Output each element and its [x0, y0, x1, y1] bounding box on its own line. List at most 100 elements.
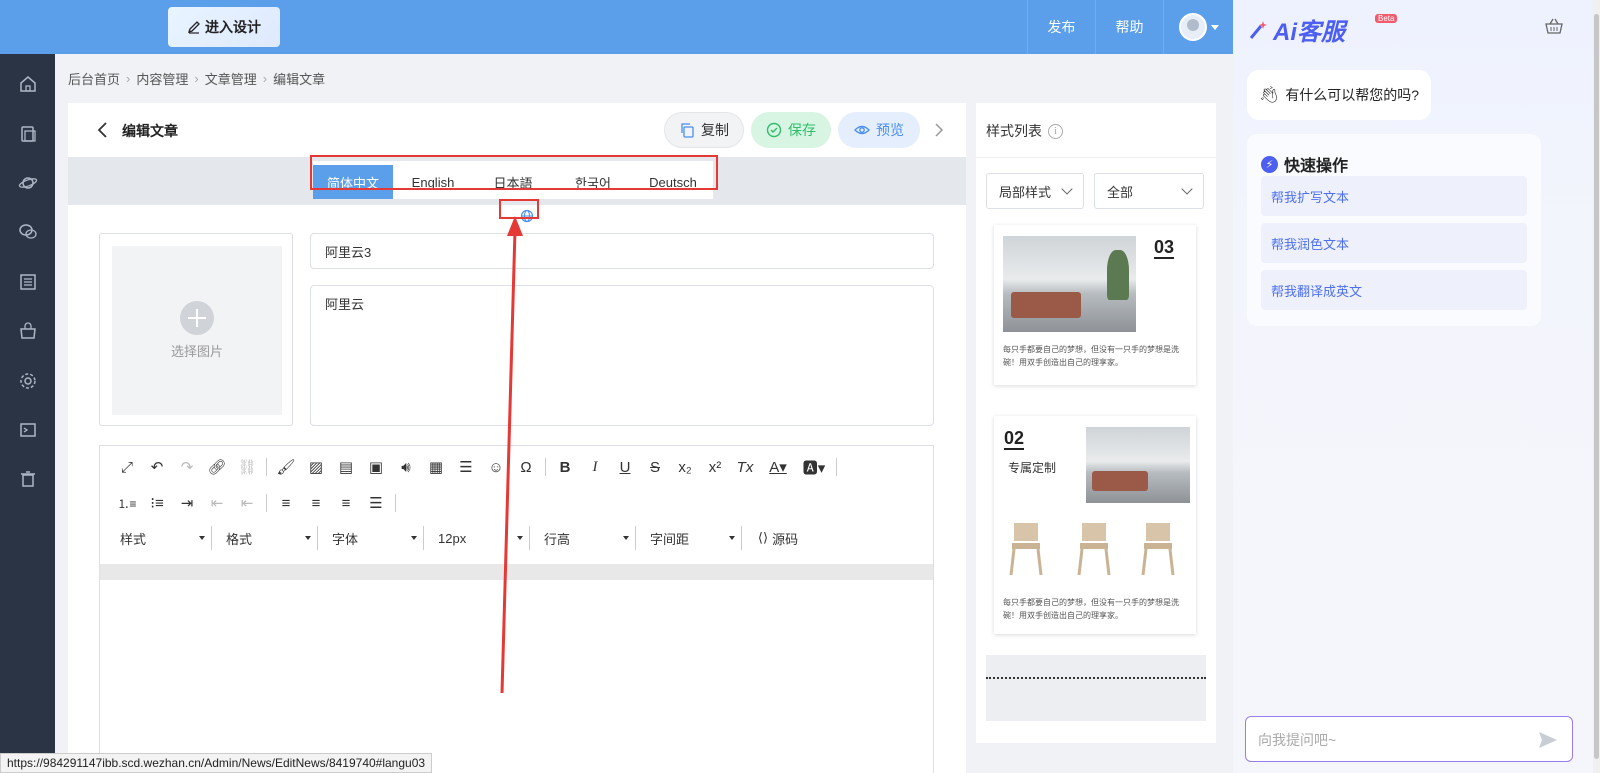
quick-actions-title: 快速操作: [1284, 158, 1349, 175]
page-scrollbar[interactable]: [1593, 0, 1600, 773]
breadcrumb-home[interactable]: 后台首页: [68, 69, 120, 88]
scrollbar-thumb[interactable]: [1594, 14, 1599, 759]
ordered-list-icon[interactable]: ⒈≡: [112, 491, 142, 515]
outdent-icon[interactable]: ⇤: [202, 491, 232, 515]
fullscreen-icon[interactable]: ⤢: [112, 455, 142, 479]
enter-design-button[interactable]: 进入设计: [168, 7, 280, 47]
caret-down-icon: [517, 536, 523, 540]
image-icon[interactable]: ▨: [301, 455, 331, 479]
list-icon[interactable]: [18, 272, 38, 292]
breadcrumb-content[interactable]: 内容管理: [136, 69, 188, 88]
align-justify-icon[interactable]: ☰: [361, 491, 391, 515]
clear-format-icon[interactable]: Tx: [730, 455, 760, 479]
align-center-icon[interactable]: ≡: [301, 491, 331, 515]
strikethrough-icon[interactable]: S: [640, 455, 670, 479]
audio-icon[interactable]: 🔊︎: [391, 455, 421, 479]
align-right-icon[interactable]: ≡: [331, 491, 361, 515]
special-char-icon[interactable]: Ω: [511, 455, 541, 479]
table-icon[interactable]: ▦: [421, 455, 451, 479]
caret-down-icon: [1210, 24, 1219, 30]
publish-link[interactable]: 发布: [1027, 0, 1095, 54]
breadcrumb-articles[interactable]: 文章管理: [205, 69, 257, 88]
breadcrumb-separator-icon: ›: [262, 71, 268, 86]
chevron-down-icon: [1181, 183, 1193, 195]
italic-icon[interactable]: I: [580, 455, 610, 479]
undo-icon[interactable]: ↶: [142, 455, 172, 479]
line-height-select[interactable]: 行高: [536, 526, 636, 550]
toolbar-row-2: ⒈≡ ⁝≡ ⇥ ⇤ ⇤ ≡ ≡ ≡ ☰: [112, 491, 400, 515]
title-field[interactable]: [310, 233, 934, 269]
redo-icon[interactable]: ↷: [172, 455, 202, 479]
scope-select-label: 局部样式: [999, 184, 1052, 200]
style-select-label: 样式: [120, 531, 147, 547]
font-size-select[interactable]: 12px: [430, 526, 530, 550]
font-color-icon[interactable]: A▾: [760, 455, 796, 479]
caret-down-icon: [411, 536, 417, 540]
link-icon[interactable]: 🔗︎: [202, 455, 232, 479]
style-card-02[interactable]: 02 专属定制 每只手都要自己的梦想，但没有一只手的梦想是洗碗！用双手创造出自己…: [994, 416, 1196, 634]
style-select[interactable]: 样式: [112, 526, 212, 550]
avatar: [1178, 13, 1207, 41]
preview-button[interactable]: 预览: [838, 112, 920, 148]
scope-select[interactable]: 局部样式: [986, 173, 1084, 209]
quick-action-translate[interactable]: 帮我翻译成英文: [1261, 270, 1527, 310]
bag-icon[interactable]: [18, 321, 38, 341]
ai-logo: Ai客服 Beta: [1247, 12, 1398, 47]
annotation-box-globe: [499, 199, 539, 219]
bold-icon[interactable]: B: [550, 455, 580, 479]
format-select[interactable]: 格式: [218, 526, 318, 550]
emoji-icon[interactable]: ☺: [481, 455, 511, 479]
divider: [976, 157, 1216, 158]
font-select[interactable]: 字体: [324, 526, 424, 550]
enter-design-label: 进入设计: [205, 19, 261, 35]
letter-spacing-select[interactable]: 字间距: [642, 526, 742, 550]
source-code-label: 源码: [772, 531, 799, 547]
user-menu[interactable]: [1163, 0, 1233, 54]
ai-question-input[interactable]: [1258, 729, 1518, 751]
superscript-icon[interactable]: x²: [700, 455, 730, 479]
back-arrow-icon[interactable]: [96, 121, 110, 139]
cover-image-picker[interactable]: 选择图片: [99, 233, 293, 426]
trash-icon[interactable]: [18, 469, 38, 489]
planet-icon[interactable]: [18, 173, 38, 193]
source-code-button[interactable]: ⟨⟩ 源码: [748, 526, 808, 550]
home-icon[interactable]: [18, 74, 38, 94]
quick-action-polish[interactable]: 帮我润色文本: [1261, 223, 1527, 263]
background-color-icon[interactable]: 🅰︎▾: [796, 455, 832, 479]
underline-icon[interactable]: U: [610, 455, 640, 479]
style-card-03[interactable]: 03 每只手都要自己的梦想，但没有一只手的梦想是洗碗！用双手创造出自己的理享家。: [994, 225, 1196, 385]
style-card-divider[interactable]: [986, 655, 1206, 721]
quick-action-expand[interactable]: 帮我扩写文本: [1261, 176, 1527, 216]
subscript-icon[interactable]: x₂: [670, 455, 700, 479]
gear-icon[interactable]: [18, 371, 38, 391]
toolbar-separator: [266, 458, 267, 476]
send-icon[interactable]: [1538, 731, 1558, 749]
video-icon[interactable]: ▣: [361, 455, 391, 479]
terminal-icon[interactable]: [18, 420, 38, 440]
copy-label: 复制: [701, 122, 729, 138]
outdent-alt-icon[interactable]: ⇤: [232, 491, 262, 515]
category-select-label: 全部: [1107, 184, 1134, 200]
chat-icon[interactable]: [18, 222, 38, 242]
format-select-label: 格式: [226, 531, 253, 547]
card-number: 02: [1004, 428, 1025, 450]
document-icon[interactable]: [18, 124, 38, 144]
description-field[interactable]: 阿里云: [310, 285, 934, 426]
align-left-icon[interactable]: ≡: [271, 491, 301, 515]
indent-icon[interactable]: ⇥: [172, 491, 202, 515]
horizontal-rule-icon[interactable]: ☰: [451, 455, 481, 479]
save-button[interactable]: 保存: [751, 112, 831, 148]
info-icon[interactable]: i: [1048, 123, 1063, 139]
basket-icon[interactable]: [1545, 18, 1563, 34]
unordered-list-icon[interactable]: ⁝≡: [142, 491, 172, 515]
gallery-icon[interactable]: ▤: [331, 455, 361, 479]
format-painter-icon[interactable]: 🖌︎: [271, 455, 301, 479]
toolbar-separator: [836, 458, 837, 476]
chevron-right-icon[interactable]: [934, 122, 944, 138]
sofa-shape: [1011, 292, 1081, 318]
card-number: 03: [1154, 237, 1175, 259]
copy-button[interactable]: 复制: [664, 112, 744, 148]
unlink-icon[interactable]: ⛓: [232, 455, 262, 479]
help-link[interactable]: 帮助: [1095, 0, 1163, 54]
category-select[interactable]: 全部: [1094, 173, 1204, 209]
